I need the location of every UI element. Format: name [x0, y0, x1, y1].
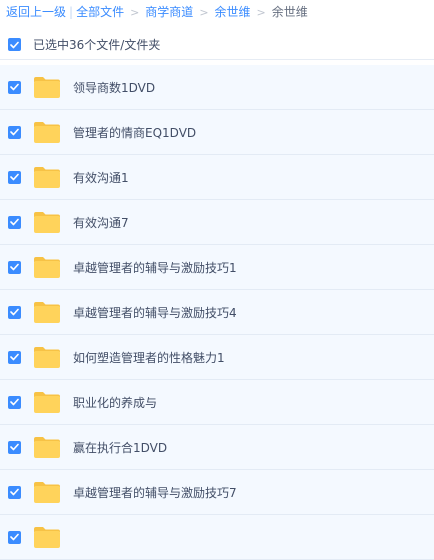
breadcrumb-current: 余世维	[271, 5, 308, 19]
file-checkbox[interactable]	[8, 125, 21, 139]
file-name[interactable]: 有效沟通7	[73, 214, 129, 231]
folder-icon	[33, 301, 61, 324]
file-name[interactable]: 有效沟通1	[73, 169, 129, 186]
checkmark-icon	[10, 128, 19, 136]
folder-icon	[33, 391, 61, 414]
breadcrumb-divider: |	[69, 5, 74, 19]
file-row[interactable]: 领导商数1DVD	[0, 65, 434, 110]
file-name[interactable]: 赢在执行合1DVD	[73, 439, 167, 456]
file-name[interactable]: 卓越管理者的辅导与激励技巧4	[73, 304, 237, 321]
checkmark-icon	[10, 218, 19, 226]
file-row[interactable]: 卓越管理者的辅导与激励技巧1	[0, 245, 434, 290]
file-list: 领导商数1DVD 管理者的情商EQ1DVD 有效沟通1 有效沟通7 卓越管理者的辅导与激…	[0, 65, 434, 560]
file-row[interactable]: 有效沟通7	[0, 200, 434, 245]
file-row[interactable]	[0, 515, 434, 560]
file-row[interactable]: 卓越管理者的辅导与激励技巧7	[0, 470, 434, 515]
file-checkbox[interactable]	[8, 80, 21, 94]
file-row[interactable]: 如何塑造管理者的性格魅力1	[0, 335, 434, 380]
file-checkbox[interactable]	[8, 395, 21, 409]
file-name[interactable]: 卓越管理者的辅导与激励技巧1	[73, 259, 237, 276]
file-row[interactable]: 赢在执行合1DVD	[0, 425, 434, 470]
back-link[interactable]: 返回上一级	[6, 5, 66, 19]
file-name[interactable]: 领导商数1DVD	[73, 79, 155, 96]
selection-count-label: 已选中36个文件/文件夹	[33, 38, 161, 52]
file-name[interactable]: 卓越管理者的辅导与激励技巧7	[73, 484, 237, 501]
folder-icon	[33, 166, 61, 189]
file-name[interactable]: 管理者的情商EQ1DVD	[73, 124, 196, 141]
checkmark-icon	[10, 398, 19, 406]
checkmark-icon	[10, 41, 19, 48]
file-name[interactable]: 如何塑造管理者的性格魅力1	[73, 349, 225, 366]
breadcrumb-level2-link[interactable]: 余世维	[215, 5, 251, 19]
file-checkbox[interactable]	[8, 305, 21, 319]
checkmark-icon	[10, 263, 19, 271]
file-row[interactable]: 管理者的情商EQ1DVD	[0, 110, 434, 155]
folder-icon	[33, 436, 61, 459]
folder-icon	[33, 346, 61, 369]
selection-header: 已选中36个文件/文件夹	[0, 30, 434, 60]
checkmark-icon	[10, 443, 19, 451]
file-checkbox[interactable]	[8, 215, 21, 229]
file-row[interactable]: 有效沟通1	[0, 155, 434, 200]
file-checkbox[interactable]	[8, 350, 21, 364]
file-checkbox[interactable]	[8, 485, 21, 499]
file-checkbox[interactable]	[8, 170, 21, 184]
folder-icon	[33, 256, 61, 279]
breadcrumb-level1-link[interactable]: 商学商道	[145, 5, 193, 19]
select-all-checkbox[interactable]	[8, 38, 21, 51]
folder-icon	[33, 76, 61, 99]
file-checkbox[interactable]	[8, 260, 21, 274]
chevron-right-icon: >	[256, 6, 266, 19]
checkmark-icon	[10, 308, 19, 316]
checkmark-icon	[10, 488, 19, 496]
all-files-link[interactable]: 全部文件	[76, 5, 124, 19]
folder-icon	[33, 526, 61, 549]
chevron-right-icon: >	[130, 6, 140, 19]
file-row[interactable]: 职业化的养成与	[0, 380, 434, 425]
checkmark-icon	[10, 83, 19, 91]
folder-icon	[33, 211, 61, 234]
chevron-right-icon: >	[199, 6, 209, 19]
file-checkbox[interactable]	[8, 530, 21, 544]
file-name[interactable]: 职业化的养成与	[73, 394, 157, 411]
breadcrumb: 返回上一级 | 全部文件 > 商学商道 > 余世维 > 余世维	[6, 0, 308, 24]
checkmark-icon	[10, 173, 19, 181]
checkmark-icon	[10, 353, 19, 361]
file-row[interactable]: 卓越管理者的辅导与激励技巧4	[0, 290, 434, 335]
checkmark-icon	[10, 533, 19, 541]
folder-icon	[33, 481, 61, 504]
folder-icon	[33, 121, 61, 144]
file-checkbox[interactable]	[8, 440, 21, 454]
